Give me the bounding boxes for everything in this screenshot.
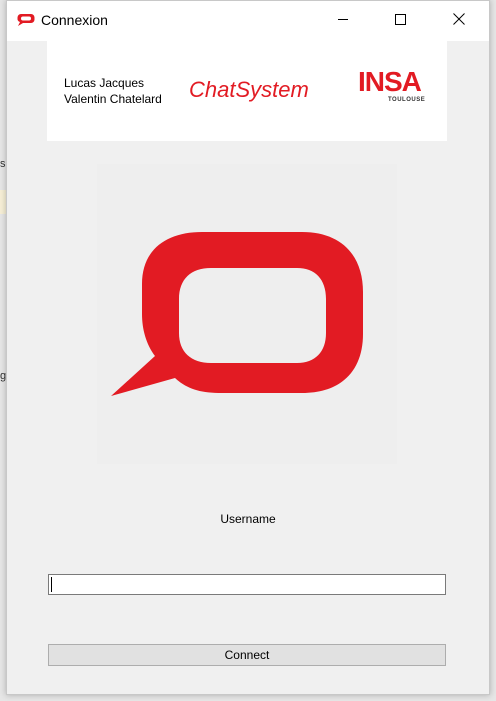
authors: Lucas Jacques Valentin Chatelard bbox=[64, 75, 162, 107]
maximize-button[interactable] bbox=[377, 1, 423, 41]
username-input[interactable] bbox=[48, 574, 446, 595]
background-text-fragment: s bbox=[0, 158, 6, 170]
chat-bubble-logo-icon bbox=[97, 232, 397, 468]
insa-logo-subtitle: TOULOUSE bbox=[388, 97, 426, 103]
connexion-window: Connexion Lucas Jacques Valentin Chatela… bbox=[6, 0, 490, 695]
title-bar[interactable]: Connexion bbox=[7, 1, 489, 41]
brand-name: ChatSystem bbox=[189, 77, 309, 102]
minimize-button[interactable] bbox=[320, 1, 366, 41]
window-title: Connexion bbox=[41, 12, 108, 28]
header-banner: Lucas Jacques Valentin Chatelard ChatSys… bbox=[47, 41, 447, 141]
insa-toulouse-logo: INSA TOULOUSE bbox=[358, 67, 430, 107]
connect-button[interactable]: Connect bbox=[48, 644, 446, 666]
insa-logo-word: INSA bbox=[358, 66, 422, 97]
close-button[interactable] bbox=[436, 1, 482, 41]
author-name: Lucas Jacques bbox=[64, 76, 145, 90]
minimize-icon bbox=[337, 12, 349, 30]
chat-bubble-app-icon bbox=[17, 13, 35, 27]
author-name: Valentin Chatelard bbox=[64, 92, 162, 106]
maximize-icon bbox=[394, 12, 406, 30]
close-icon bbox=[453, 12, 465, 30]
username-label: Username bbox=[220, 512, 276, 526]
text-cursor bbox=[51, 577, 52, 592]
chat-logo-panel bbox=[97, 164, 397, 464]
